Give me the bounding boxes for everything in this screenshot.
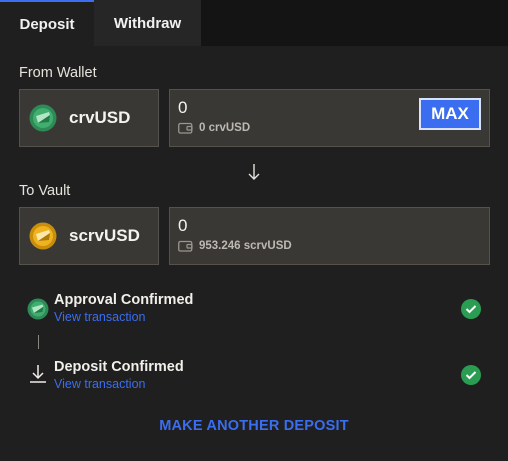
to-token-selector[interactable]: scrvUSD [19,207,159,265]
deposit-view-transaction-link[interactable]: View transaction [54,377,146,391]
from-balance: 0 crvUSD [178,122,250,134]
approval-view-transaction-link[interactable]: View transaction [54,310,146,324]
approval-step-title: Approval Confirmed [54,292,194,308]
download-arrow-icon [27,363,49,385]
to-balance-text: 953.246 scrvUSD [199,240,292,252]
to-amount-field: 0 953.246 scrvUSD [169,207,490,265]
to-token-name: scrvUSD [69,226,140,245]
tab-deposit[interactable]: Deposit [0,0,94,46]
deposit-step-title: Deposit Confirmed [54,359,184,375]
to-balance: 953.246 scrvUSD [178,240,292,252]
crvusd-coin-icon [27,298,49,320]
scrvusd-coin-icon [29,222,57,250]
step-connector [38,335,39,349]
to-amount-value: 0 [178,216,188,235]
from-token-name: crvUSD [69,108,131,127]
from-amount-field[interactable]: 0 0 crvUSD MAX [169,89,490,147]
wallet-icon [178,240,193,252]
from-wallet-label: From Wallet [19,65,97,81]
max-button[interactable]: MAX [419,98,481,130]
tab-bar: Deposit Withdraw [0,0,508,46]
from-amount-input[interactable]: 0 [178,98,187,118]
approval-check-icon [461,299,481,319]
deposit-check-icon [461,365,481,385]
make-another-deposit-button[interactable]: MAKE ANOTHER DEPOSIT [0,418,508,434]
from-token-selector[interactable]: crvUSD [19,89,159,147]
wallet-icon [178,122,193,134]
to-vault-label: To Vault [19,183,71,199]
crvusd-coin-icon [29,104,57,132]
arrow-down-icon [248,164,260,180]
tab-withdraw[interactable]: Withdraw [94,0,201,46]
from-balance-text: 0 crvUSD [199,122,251,134]
